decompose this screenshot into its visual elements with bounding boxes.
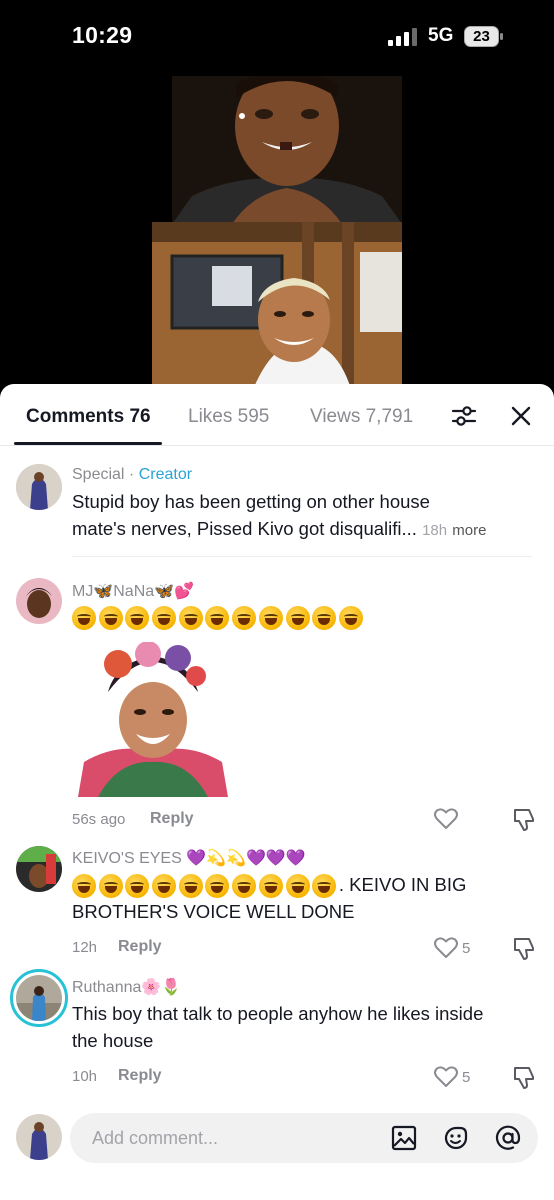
laughing-emoji-icon <box>152 606 177 630</box>
comment-username[interactable]: Special · Creator <box>72 466 192 484</box>
dislike-icon[interactable] <box>511 935 537 961</box>
laughing-emoji-icon <box>98 874 123 899</box>
laughing-emoji-icon <box>205 606 230 630</box>
dislike-icon[interactable] <box>511 806 537 832</box>
laughing-emoji-icon <box>338 606 363 630</box>
battery-icon: 23 <box>464 26 504 47</box>
laughing-emoji-icon <box>258 606 283 630</box>
laughing-emoji-icon <box>285 606 310 630</box>
comment-text-truncated: mate's nerves, Pissed Kivo got disqualif… <box>72 518 417 539</box>
comment-text-suffix: . KEIVO IN BIG <box>338 874 467 895</box>
tab-views[interactable]: Views 7,791 <box>310 406 413 428</box>
comment-text-line: This boy that talk to people anyhow he l… <box>72 1003 484 1024</box>
heart-icon[interactable] <box>433 1065 459 1089</box>
comment-time: 12h <box>72 939 98 956</box>
reply-button[interactable]: Reply <box>118 1067 162 1085</box>
emoji-icon[interactable] <box>442 1124 470 1152</box>
status-time: 10:29 <box>72 22 133 48</box>
laughing-emoji-icon <box>312 606 337 630</box>
creator-badge: Creator <box>138 466 193 483</box>
dislike-icon[interactable] <box>511 1064 537 1090</box>
laughing-emoji-icon <box>178 874 203 899</box>
comment-time: 10h <box>72 1068 98 1085</box>
laughing-emoji-icon <box>72 874 96 899</box>
laughing-emoji-icon <box>125 606 150 630</box>
status-bar: 10:29 5G 23 <box>0 0 554 72</box>
comment-text: This boy that talk to people anyhow he l… <box>72 1000 483 1054</box>
video-frame-bottom <box>152 222 402 390</box>
tab-likes[interactable]: Likes 595 <box>188 406 269 428</box>
battery-level: 23 <box>473 28 490 45</box>
laughing-emoji-icon <box>258 874 283 899</box>
network-label: 5G <box>428 25 454 46</box>
comment-text-line: . KEIVO IN BIG <box>72 871 467 899</box>
laughing-emoji-icon <box>178 606 203 630</box>
video-player[interactable] <box>0 72 554 390</box>
avatar[interactable] <box>16 464 62 510</box>
comment-text: . KEIVO IN BIG BROTHER'S VOICE WELL DONE <box>72 871 466 925</box>
avatar[interactable] <box>16 578 62 624</box>
comment-time: 56s ago <box>72 811 126 828</box>
laughing-emoji-icon <box>125 874 150 899</box>
my-avatar <box>16 1114 62 1160</box>
username-separator: · <box>124 466 139 483</box>
like-count: 5 <box>462 940 471 957</box>
laughing-emoji-icon <box>232 874 257 899</box>
reply-button[interactable]: Reply <box>118 938 162 956</box>
laughing-emoji-icon <box>285 874 310 899</box>
active-tab-indicator <box>14 442 162 445</box>
image-icon[interactable] <box>390 1124 418 1152</box>
signal-icon <box>388 28 417 46</box>
tab-bar: Comments 76 Likes 595 Views 7,791 <box>0 384 554 446</box>
comment-sticker-image[interactable] <box>78 642 228 797</box>
comment-text-line: BROTHER'S VOICE WELL DONE <box>72 901 355 923</box>
at-icon[interactable] <box>494 1124 522 1152</box>
reply-button[interactable]: Reply <box>150 810 194 828</box>
comment-username[interactable]: Ruthanna🌸🌷 <box>72 977 181 997</box>
like-count: 5 <box>462 1069 471 1086</box>
filter-icon[interactable] <box>450 402 478 430</box>
comment-username[interactable]: MJ🦋NaNa🦋💕 <box>72 581 194 601</box>
comment-username[interactable]: KEIVO'S EYES 💜💫💫💜💜💜 <box>72 848 306 868</box>
comment-text-line: Stupid boy has been getting on other hou… <box>72 491 430 512</box>
video-frame-top <box>172 76 402 224</box>
divider <box>72 556 532 557</box>
laughing-emoji-icon <box>232 606 257 630</box>
laughing-emoji-icon <box>205 874 230 899</box>
comment-text-line: the house <box>72 1030 154 1051</box>
laughing-emoji-icon <box>312 874 337 899</box>
comment-time: 18h <box>422 522 448 539</box>
comment-input[interactable]: Add comment... <box>70 1113 538 1163</box>
heart-icon[interactable] <box>433 807 459 831</box>
heart-icon[interactable] <box>433 936 459 960</box>
comment-text-line: mate's nerves, Pissed Kivo got disqualif… <box>72 515 486 544</box>
laughing-emoji-icon <box>72 606 96 630</box>
laughing-emoji-icon <box>152 874 177 899</box>
emoji-row <box>72 606 366 630</box>
tab-comments[interactable]: Comments 76 <box>26 406 151 428</box>
comment-text: Stupid boy has been getting on other hou… <box>72 488 486 544</box>
avatar[interactable] <box>10 969 68 1027</box>
close-icon[interactable] <box>508 403 534 429</box>
comment-input-bar: Add comment... <box>0 1100 554 1200</box>
avatar[interactable] <box>16 846 62 892</box>
comment-input-placeholder: Add comment... <box>92 1128 219 1148</box>
username-text[interactable]: Special <box>72 466 124 483</box>
laughing-emoji-icon <box>98 606 123 630</box>
more-button[interactable]: more <box>452 522 486 539</box>
